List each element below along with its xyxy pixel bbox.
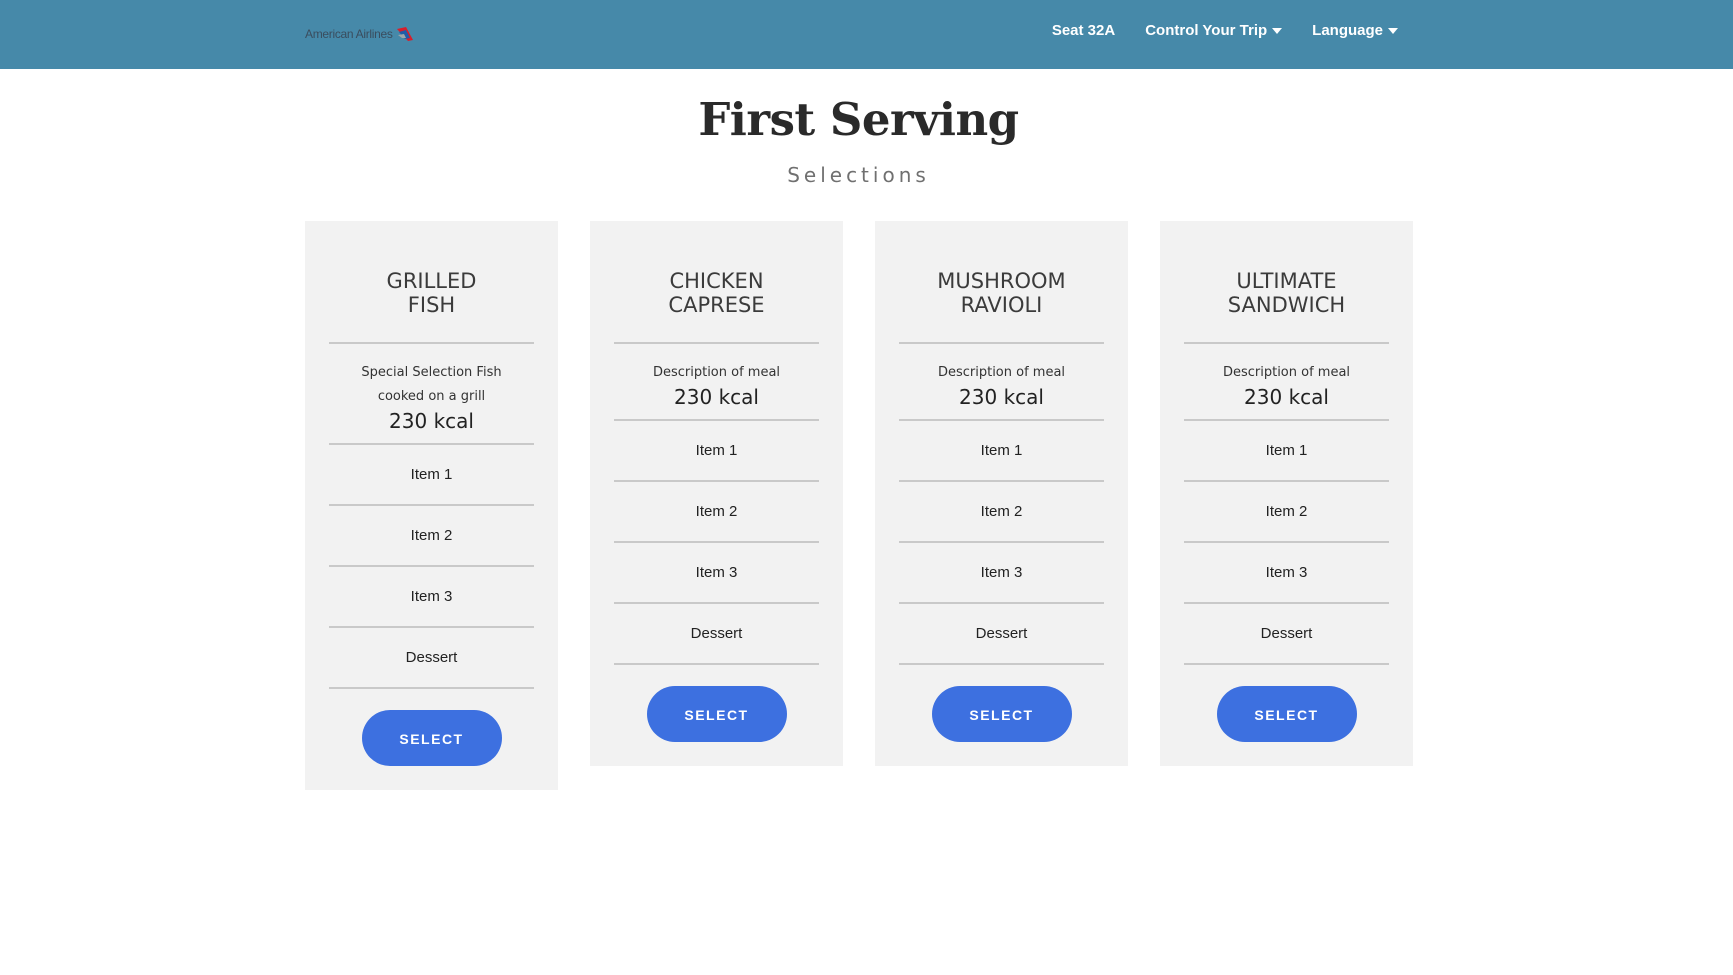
select-button-wrap: SELECT — [899, 665, 1104, 742]
meal-item: Item 3 — [899, 543, 1104, 604]
meal-title-line: ULTIMATE — [1236, 269, 1337, 293]
meal-card-mushroom-ravioli: MUSHROOM RAVIOLI Description of meal 230… — [875, 221, 1128, 766]
page-subtitle: Selections — [787, 163, 930, 187]
meal-item: Item 3 — [329, 567, 534, 628]
meal-title: ULTIMATE SANDWICH — [1184, 221, 1389, 344]
meal-item: Item 3 — [1184, 543, 1389, 604]
nav-control-your-trip-label: Control Your Trip — [1145, 22, 1268, 39]
meal-title: GRILLED FISH — [329, 221, 534, 344]
meal-title-line: SANDWICH — [1227, 293, 1346, 317]
meal-description-line: Description of meal — [652, 365, 781, 380]
meal-item: Item 2 — [899, 482, 1104, 543]
select-grilled-fish-button[interactable]: SELECT — [361, 710, 502, 766]
meal-description-text: Description of meal — [614, 361, 819, 385]
meal-description-line: Description of meal — [1222, 365, 1351, 380]
meal-item-dessert: Dessert — [1184, 604, 1389, 665]
meal-item-dessert: Dessert — [329, 628, 534, 689]
meal-item: Item 1 — [329, 445, 534, 506]
select-button-wrap: SELECT — [1184, 665, 1389, 742]
brand-logo-link[interactable]: American Airlines — [305, 24, 414, 44]
meal-description-line: Description of meal — [937, 365, 1066, 380]
nav-language-label: Language — [1312, 22, 1383, 39]
caret-down-icon — [1272, 28, 1283, 34]
american-airlines-flight-symbol-icon — [396, 27, 413, 41]
meal-title-line: MUSHROOM — [937, 269, 1066, 293]
meal-card-chicken-caprese: CHICKEN CAPRESE Description of meal 230 … — [590, 221, 843, 766]
meal-item: Item 2 — [1184, 482, 1389, 543]
nav-language-dropdown[interactable]: Language — [1312, 22, 1398, 39]
meal-card-ultimate-sandwich: ULTIMATE SANDWICH Description of meal 23… — [1160, 221, 1413, 766]
nav-control-your-trip-dropdown[interactable]: Control Your Trip — [1145, 22, 1283, 39]
meal-title-line: GRILLED — [386, 269, 477, 293]
meal-description: Description of meal 230 kcal — [899, 344, 1104, 421]
meal-title: MUSHROOM RAVIOLI — [899, 221, 1104, 344]
nav-seat-label: Seat 32A — [1051, 22, 1116, 39]
meal-description: Description of meal 230 kcal — [614, 344, 819, 421]
meal-title: CHICKEN CAPRESE — [614, 221, 819, 344]
top-navbar: American Airlines Seat 32A Control Your … — [0, 0, 1733, 69]
meal-description: Special Selection Fish cooked on a grill… — [329, 344, 534, 445]
meal-card-grilled-fish: GRILLED FISH Special Selection Fish cook… — [305, 221, 558, 790]
select-chicken-caprese-button[interactable]: SELECT — [646, 686, 787, 742]
nav-seat[interactable]: Seat 32A — [1052, 22, 1115, 39]
nav-links: Seat 32A Control Your Trip Language — [1022, 22, 1398, 39]
meal-description-text: Special Selection Fish cooked on a grill — [329, 361, 534, 409]
caret-down-icon — [1388, 28, 1398, 34]
meal-calories: 230 kcal — [959, 385, 1044, 409]
meal-item: Item 2 — [614, 482, 819, 543]
meal-calories: 230 kcal — [389, 409, 474, 433]
meal-item: Item 3 — [614, 543, 819, 604]
meal-title-line: FISH — [407, 293, 456, 317]
meal-item: Item 2 — [329, 506, 534, 567]
meal-cards: GRILLED FISH Special Selection Fish cook… — [305, 221, 1413, 790]
meal-item: Item 1 — [1184, 421, 1389, 482]
meal-calories: 230 kcal — [674, 385, 759, 409]
meal-description-line: cooked on a grill — [377, 389, 486, 404]
page-title: First Serving — [698, 93, 1019, 146]
meal-calories: 230 kcal — [1244, 385, 1329, 409]
select-ultimate-sandwich-button[interactable]: SELECT — [1216, 686, 1357, 742]
meal-title-line: CAPRESE — [668, 293, 765, 317]
meal-item: Item 1 — [899, 421, 1104, 482]
meal-title-line: CHICKEN — [669, 269, 764, 293]
meal-description-line: Special Selection Fish — [361, 365, 502, 380]
meal-item-dessert: Dessert — [899, 604, 1104, 665]
brand-name: American Airlines — [305, 27, 393, 41]
select-button-wrap: SELECT — [329, 689, 534, 766]
meal-title-line: RAVIOLI — [960, 293, 1043, 317]
meal-item: Item 1 — [614, 421, 819, 482]
meal-item-dessert: Dessert — [614, 604, 819, 665]
select-mushroom-ravioli-button[interactable]: SELECT — [931, 686, 1072, 742]
meal-description-text: Description of meal — [1184, 361, 1389, 385]
select-button-wrap: SELECT — [614, 665, 819, 742]
meal-description-text: Description of meal — [899, 361, 1104, 385]
meal-description: Description of meal 230 kcal — [1184, 344, 1389, 421]
